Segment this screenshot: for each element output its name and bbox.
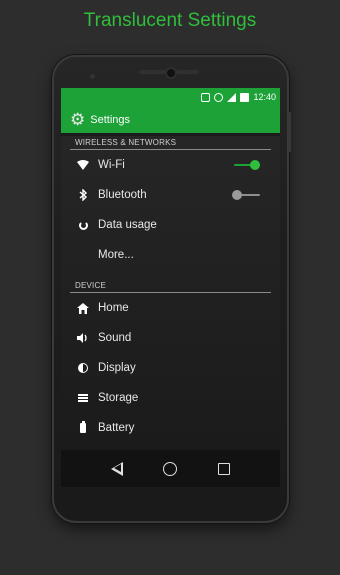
alarm-icon (214, 92, 224, 102)
vibrate-icon (201, 92, 211, 102)
battery-icon (240, 92, 250, 102)
settings-item-more[interactable]: More... (61, 240, 280, 270)
screen: 12:40 ⚙ Settings WIRELESS & NETWORKS Wi-… (61, 88, 280, 487)
signal-icon (227, 92, 237, 102)
settings-item-battery[interactable]: Battery (61, 413, 280, 443)
settings-item-home[interactable]: Home (61, 293, 280, 323)
settings-item-display[interactable]: Display (61, 353, 280, 383)
settings-item-label: More... (98, 249, 134, 261)
settings-item-label: Bluetooth (98, 189, 147, 201)
bluetooth-icon (76, 189, 90, 201)
app-bar: ⚙ Settings (61, 106, 280, 133)
settings-item-label: Home (98, 302, 129, 314)
settings-item-label: Sound (98, 332, 132, 344)
status-time: 12:40 (253, 92, 276, 102)
home-icon (76, 302, 90, 314)
display-icon (76, 362, 90, 374)
settings-item-storage[interactable]: Storage (61, 383, 280, 413)
sensor (90, 74, 95, 79)
settings-item-label: Data usage (98, 219, 157, 231)
bluetooth-toggle[interactable] (232, 190, 260, 200)
settings-item-label: Display (98, 362, 136, 374)
settings-item-label: Storage (98, 392, 139, 404)
battery-icon (76, 421, 90, 433)
power-button (288, 112, 291, 152)
navigation-bar (61, 450, 280, 487)
app-title: Settings (90, 113, 130, 126)
phone-frame: 12:40 ⚙ Settings WIRELESS & NETWORKS Wi-… (52, 55, 291, 523)
recent-apps-icon[interactable] (217, 462, 230, 475)
settings-item-label: Wi-Fi (98, 159, 125, 171)
settings-list: WIRELESS & NETWORKS Wi-Fi Bluetooth Data… (61, 136, 280, 443)
gear-icon[interactable]: ⚙ (70, 111, 85, 128)
promo-title: Translucent Settings (83, 10, 257, 31)
section-header-device: DEVICE (70, 279, 271, 293)
front-camera (165, 67, 177, 79)
settings-item-label: Battery (98, 422, 135, 434)
wifi-toggle[interactable] (232, 160, 260, 170)
wifi-icon (76, 160, 90, 170)
settings-item-data-usage[interactable]: Data usage (61, 210, 280, 240)
status-bar: 12:40 (61, 88, 280, 106)
section-header-wireless: WIRELESS & NETWORKS (70, 136, 271, 150)
home-circle-icon[interactable] (163, 461, 178, 476)
settings-item-wifi[interactable]: Wi-Fi (61, 150, 280, 180)
data-usage-icon (76, 220, 90, 230)
storage-icon (76, 394, 90, 402)
settings-item-sound[interactable]: Sound (61, 323, 280, 353)
settings-item-bluetooth[interactable]: Bluetooth (61, 180, 280, 210)
back-icon[interactable] (111, 461, 124, 476)
sound-icon (76, 333, 90, 343)
